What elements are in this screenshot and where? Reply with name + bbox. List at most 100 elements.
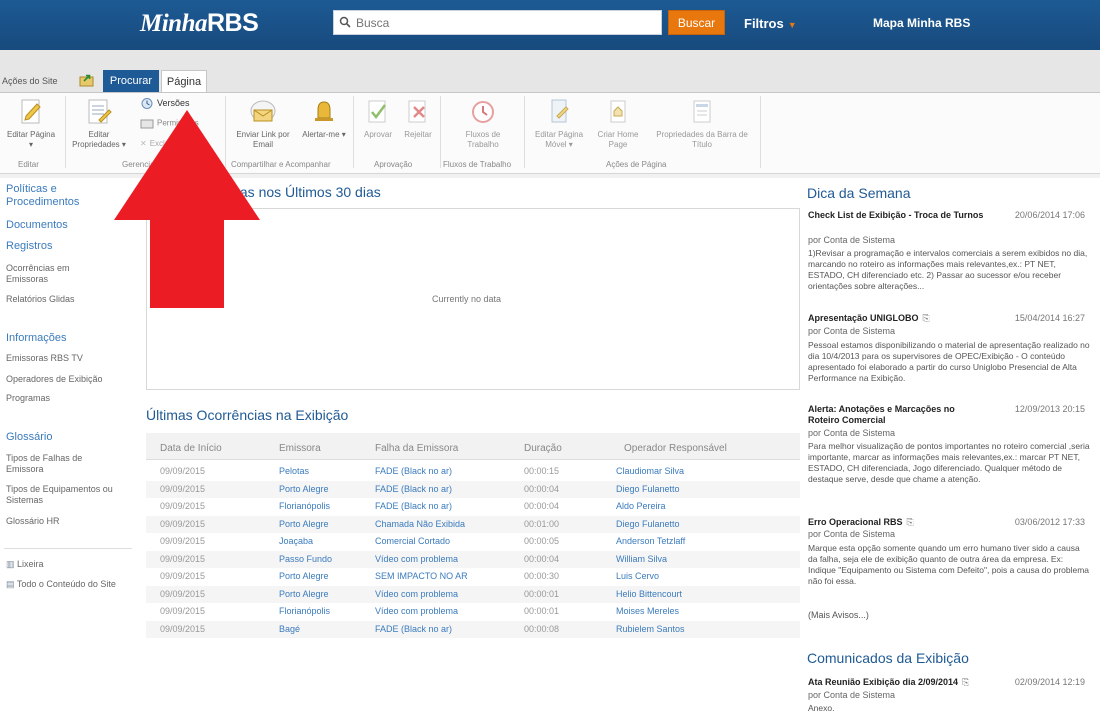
cell-station[interactable]: Florianópolis [279, 501, 330, 511]
reject-button[interactable]: Rejeitar [398, 98, 438, 140]
nav-registros[interactable]: Registros [6, 240, 52, 252]
nav-ocorrencias[interactable]: Ocorrências em Emissoras [6, 263, 106, 285]
cell-operator[interactable]: Rubielem Santos [616, 624, 685, 634]
red-arrow-annotation [114, 110, 260, 308]
column-header-failure[interactable]: Falha da Emissora [375, 443, 458, 454]
column-header-date[interactable]: Data de Início [160, 443, 222, 454]
cell-failure[interactable]: FADE (Black no ar) [375, 501, 452, 511]
nav-operadores[interactable]: Operadores de Exibição [6, 374, 103, 385]
column-header-duration[interactable]: Duração [524, 443, 562, 454]
cell-station[interactable]: Porto Alegre [279, 589, 329, 599]
recycle-bin-icon: ▥ [6, 559, 15, 569]
no-data-text: Currently no data [432, 294, 502, 304]
occurrences-title: Últimas Ocorrências na Exibição [146, 407, 349, 423]
cell-date: 09/09/2015 [160, 571, 206, 581]
nav-emissoras[interactable]: Emissoras RBS TV [6, 353, 83, 364]
create-home-page-button[interactable]: Criar Home Page [592, 98, 644, 150]
news-title[interactable]: Check List de Exibição - Troca de Turnos [808, 210, 988, 221]
nav-glossario-hr[interactable]: Glossário HR [6, 516, 60, 527]
cell-failure[interactable]: SEM IMPACTO NO AR [375, 571, 468, 581]
nav-documentos[interactable]: Documentos [6, 219, 68, 231]
table-row [146, 550, 800, 568]
cell-operator[interactable]: Luis Cervo [616, 571, 659, 581]
news-title[interactable]: Alerta: Anotações e Marcações no Roteiro… [808, 404, 983, 426]
cell-failure[interactable]: FADE (Black no ar) [375, 484, 452, 494]
top-bar: MinhaRBS Buscar Filtros▼ Mapa Minha RBS [0, 0, 1100, 50]
cell-operator[interactable]: Diego Fulanetto [616, 519, 680, 529]
ribbon-separator [760, 96, 761, 168]
cell-failure[interactable]: Vídeo com problema [375, 554, 458, 564]
cell-station[interactable]: Pelotas [279, 466, 309, 476]
cell-failure[interactable]: FADE (Black no ar) [375, 624, 452, 634]
news-title-text: Apresentação UNIGLOBO [808, 313, 919, 323]
cell-station[interactable]: Joaçaba [279, 536, 313, 546]
nav-tipos-equipamentos[interactable]: Tipos de Equipamentos ou Sistemas [6, 484, 124, 506]
search-input[interactable] [356, 15, 656, 31]
news-date: 15/04/2014 16:27 [1014, 313, 1085, 323]
nav-lixeira[interactable]: ▥ Lixeira [6, 559, 44, 570]
column-header-station[interactable]: Emissora [279, 443, 321, 454]
approve-icon [368, 100, 386, 123]
search-box[interactable] [333, 10, 662, 35]
filters-menu[interactable]: Filtros ▼ [744, 16, 797, 31]
site-actions-menu[interactable]: Ações do Site [2, 76, 58, 86]
table-row [146, 568, 800, 585]
tab-procurar[interactable]: Procurar [103, 70, 159, 92]
cell-operator[interactable]: Aldo Pereira [616, 501, 666, 511]
cell-station[interactable]: Bagé [279, 624, 300, 634]
nav-todo-conteudo-label: Todo o Conteúdo do Site [16, 579, 116, 589]
nav-politicas[interactable]: Políticas e Procedimentos [6, 183, 116, 209]
logo[interactable]: MinhaRBS [140, 9, 259, 38]
cell-operator[interactable]: Moises Mereles [616, 606, 679, 616]
reject-icon [408, 100, 426, 123]
cell-operator[interactable]: William Silva [616, 554, 667, 564]
cell-station[interactable]: Porto Alegre [279, 571, 329, 581]
news-title[interactable]: Apresentação UNIGLOBO ⎘ [808, 313, 988, 324]
tab-pagina[interactable]: Página [161, 70, 207, 93]
reject-label: Rejeitar [404, 130, 432, 139]
nav-relatorios[interactable]: Relatórios Glidas [6, 294, 75, 305]
nav-tipos-falhas[interactable]: Tipos de Falhas de Emissora [6, 453, 106, 475]
cell-operator[interactable]: Claudiomar Silva [616, 466, 684, 476]
cell-failure[interactable]: Chamada Não Exibida [375, 519, 465, 529]
approve-button[interactable]: Aprovar [358, 98, 398, 140]
alert-me-button[interactable]: Alertar-me ▾ [298, 98, 350, 140]
cell-duration: 00:00:04 [524, 483, 560, 494]
news-body: 1)Revisar a programação e intervalos com… [808, 248, 1088, 291]
communication-title[interactable]: Ata Reunião Exibição dia 2/09/2014 ⎘ [808, 677, 988, 688]
cell-operator[interactable]: Diego Fulanetto [616, 484, 680, 494]
cell-failure[interactable]: FADE (Black no ar) [375, 466, 452, 476]
search-icon [339, 16, 351, 28]
workflows-button[interactable]: Fluxos de Trabalho [452, 98, 514, 150]
cell-date: 09/09/2015 [160, 483, 206, 494]
cell-operator[interactable]: Anderson Tetzlaff [616, 536, 685, 546]
cell-failure[interactable]: Comercial Cortado [375, 536, 450, 546]
navigate-up-icon[interactable] [79, 73, 95, 87]
cell-station[interactable]: Passo Fundo [279, 554, 332, 564]
column-header-operator[interactable]: Operador Responsável [624, 443, 727, 454]
more-notices-link[interactable]: (Mais Avisos...) [808, 610, 869, 620]
communication-title-text: Ata Reunião Exibição dia 2/09/2014 [808, 677, 959, 687]
site-map-link[interactable]: Mapa Minha RBS [873, 16, 970, 30]
versions-label: Versões [157, 97, 190, 108]
versions-button[interactable]: Versões [140, 97, 190, 110]
edit-mobile-page-button[interactable]: Editar Página Móvel ▾ [528, 98, 590, 150]
cell-station[interactable]: Porto Alegre [279, 484, 329, 494]
cell-duration: 00:00:04 [524, 501, 560, 511]
cell-operator[interactable]: Helio Bittencourt [616, 589, 682, 599]
cell-station[interactable]: Florianópolis [279, 606, 330, 616]
ribbon-separator [440, 96, 441, 168]
cell-station[interactable]: Porto Alegre [279, 519, 329, 529]
nav-informacoes[interactable]: Informações [6, 332, 67, 344]
title-bar-properties-button[interactable]: Propriedades da Barra de Título [646, 98, 758, 150]
site-content-icon: ▤ [6, 579, 15, 589]
edit-page-button[interactable]: Editar Página ▾ [2, 98, 60, 150]
news-title[interactable]: Erro Operacional RBS ⎘ [808, 517, 988, 528]
nav-todo-conteudo[interactable]: ▤ Todo o Conteúdo do Site [6, 579, 124, 590]
search-button[interactable]: Buscar [668, 10, 725, 35]
nav-programas[interactable]: Programas [6, 393, 50, 404]
cell-failure[interactable]: Vídeo com problema [375, 606, 458, 616]
nav-glossario[interactable]: Glossário [6, 431, 52, 443]
logo-text-minha: Minha [140, 10, 207, 37]
cell-failure[interactable]: Vídeo com problema [375, 589, 458, 599]
